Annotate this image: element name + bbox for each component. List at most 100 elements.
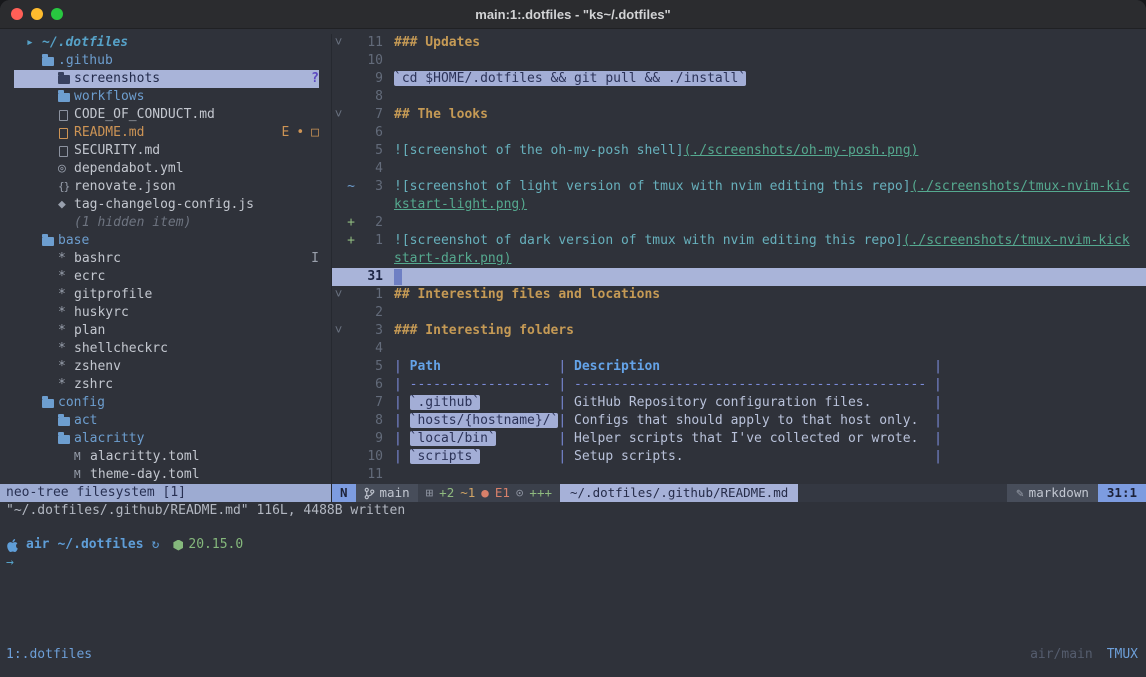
tree-item-renovate-json[interactable]: {}renovate.json <box>14 178 319 196</box>
editor-line[interactable]: 4 <box>332 340 1146 358</box>
minimize-button[interactable] <box>31 8 43 20</box>
traffic-lights <box>11 8 63 20</box>
tree-item-security-md[interactable]: SECURITY.md <box>14 142 319 160</box>
editor-line[interactable]: 4 <box>332 160 1146 178</box>
line-number: 10 <box>357 448 383 466</box>
editor-line[interactable]: start-dark.png) <box>332 250 1146 268</box>
tmux-session-name: air/main <box>1030 646 1093 664</box>
tree-item-code-of-conduct-md[interactable]: CODE_OF_CONDUCT.md <box>14 106 319 124</box>
tree-item-ecrc[interactable]: *ecrc <box>14 268 319 286</box>
neotree-pane: ▸~/.dotfiles.githubscreenshots?workflows… <box>0 34 332 502</box>
editor-line[interactable]: 7| `.github` | GitHub Repository configu… <box>332 394 1146 412</box>
filetype-segment: ✎ markdown <box>1007 484 1098 502</box>
tree-item-badge: ? <box>311 70 319 88</box>
editor-line[interactable]: +1![screenshot of dark version of tmux w… <box>332 232 1146 250</box>
tree-item-plan[interactable]: *plan <box>14 322 319 340</box>
fold-marker <box>332 250 345 268</box>
git-sign <box>345 430 357 448</box>
tree-item-theme-day-toml[interactable]: Mtheme-day.toml <box>14 466 319 484</box>
tree-item-base[interactable]: base <box>14 232 319 250</box>
line-number: 3 <box>357 178 383 196</box>
tree-item-huskyrc[interactable]: *huskyrc <box>14 304 319 322</box>
tree-item-github[interactable]: .github <box>14 52 319 70</box>
editor-line[interactable]: ˅ 11### Updates <box>332 34 1146 52</box>
tree-item-config[interactable]: config <box>14 394 319 412</box>
editor-line[interactable]: kstart-light.png) <box>332 196 1146 214</box>
editor-line[interactable]: 2 <box>332 304 1146 322</box>
editor-line[interactable]: 9| `local/bin` | Helper scripts that I'v… <box>332 430 1146 448</box>
fullscreen-button[interactable] <box>51 8 63 20</box>
tree-item-badge: I <box>311 250 319 268</box>
line-text: ## Interesting files and locations <box>394 286 1146 304</box>
line-text <box>394 340 1146 358</box>
tree-item-bashrc[interactable]: *bashrcI <box>14 250 319 268</box>
line-number: 5 <box>357 142 383 160</box>
apple-icon <box>6 539 19 552</box>
editor-line[interactable]: ˅ 1## Interesting files and locations <box>332 286 1146 304</box>
tmux-statusbar-right: air/main TMUX <box>1030 646 1138 664</box>
editor-line[interactable]: 5![screenshot of the oh-my-posh shell](.… <box>332 142 1146 160</box>
git-sign <box>345 52 357 70</box>
tree-item-workflows[interactable]: workflows <box>14 88 319 106</box>
tree-item-act[interactable]: act <box>14 412 319 430</box>
editor-line[interactable]: 10 <box>332 52 1146 70</box>
js-icon: ◆ <box>58 196 74 214</box>
git-sign <box>345 448 357 466</box>
editor-line[interactable]: 8 <box>332 88 1146 106</box>
tmux-window-tab[interactable]: 1:.dotfiles <box>6 646 92 664</box>
tree-item-tag-changelog-config-js[interactable]: ◆tag-changelog-config.js <box>14 196 319 214</box>
cursor-position: 31:1 <box>1098 484 1146 502</box>
tree-item-zshrc[interactable]: *zshrc <box>14 376 319 394</box>
shell-icon: * <box>58 322 74 340</box>
shell-icon: * <box>58 376 74 394</box>
editor-line[interactable]: 8| `hosts/{hostname}/`| Configs that sho… <box>332 412 1146 430</box>
tree-item-dependabot-yml[interactable]: ◎dependabot.yml <box>14 160 319 178</box>
editor-pane: ˅ 11### Updates 10 9`cd $HOME/.dotfiles … <box>332 34 1146 502</box>
tree-item-alacritty[interactable]: alacritty <box>14 430 319 448</box>
editor-line[interactable]: 10 | `scripts` | Setup scripts. | <box>332 448 1146 466</box>
tree-item-1-hidden-item[interactable]: (1 hidden item) <box>14 214 319 232</box>
close-button[interactable] <box>11 8 23 20</box>
fold-marker <box>332 340 345 358</box>
editor-line[interactable]: +2 <box>332 214 1146 232</box>
json-icon: {} <box>58 178 74 196</box>
editor-line[interactable]: 6 <box>332 124 1146 142</box>
fold-marker <box>332 178 345 196</box>
tree-item-zshenv[interactable]: *zshenv <box>14 358 319 376</box>
line-number: 2 <box>357 304 383 322</box>
prompt-host: air <box>26 536 49 554</box>
tree-item-gitprofile[interactable]: *gitprofile <box>14 286 319 304</box>
git-sign <box>345 34 357 52</box>
fold-marker: ˅ <box>332 322 345 340</box>
editor-line[interactable]: 5| Path | Description | <box>332 358 1146 376</box>
fold-marker <box>332 160 345 178</box>
line-text <box>394 124 1146 142</box>
line-number: 1 <box>357 232 383 250</box>
tree-item-label: README.md <box>74 124 144 142</box>
line-number: 31 <box>357 268 383 286</box>
editor-line[interactable]: 31 <box>332 268 1146 286</box>
line-text: | `scripts` | Setup scripts. | <box>394 448 1146 466</box>
editor-line[interactable]: ˅ 3### Interesting folders <box>332 322 1146 340</box>
editor-line[interactable]: ~3![screenshot of light version of tmux … <box>332 178 1146 196</box>
editor-line[interactable]: 9`cd $HOME/.dotfiles && git pull && ./in… <box>332 70 1146 88</box>
editor-line[interactable]: 6| ------------------ | ----------------… <box>332 376 1146 394</box>
line-number: 11 <box>357 466 383 484</box>
line-text: | `.github` | GitHub Repository configur… <box>394 394 1146 412</box>
editor-buffer[interactable]: ˅ 11### Updates 10 9`cd $HOME/.dotfiles … <box>332 34 1146 484</box>
tree-item-dotfiles[interactable]: ▸~/.dotfiles <box>14 34 319 52</box>
shell-icon: * <box>58 340 74 358</box>
line-text: ![screenshot of dark version of tmux wit… <box>394 232 1146 250</box>
tree-item-readme-md[interactable]: README.mdE•□ <box>14 124 319 142</box>
line-text: kstart-light.png) <box>394 196 1146 214</box>
tree-item-shellcheckrc[interactable]: *shellcheckrc <box>14 340 319 358</box>
shell-input-line[interactable]: → <box>6 554 1146 572</box>
editor-line[interactable]: 11 <box>332 466 1146 484</box>
tree-item-label: alacritty.toml <box>90 448 200 466</box>
tree-item-label: screenshots <box>74 70 160 88</box>
pencil-icon: ✎ <box>1016 484 1024 502</box>
editor-line[interactable]: ˅ 7## The looks <box>332 106 1146 124</box>
dependabot-icon: ◎ <box>58 160 74 178</box>
tree-item-screenshots[interactable]: screenshots? <box>14 70 319 88</box>
tree-item-alacritty-toml[interactable]: Malacritty.toml <box>14 448 319 466</box>
